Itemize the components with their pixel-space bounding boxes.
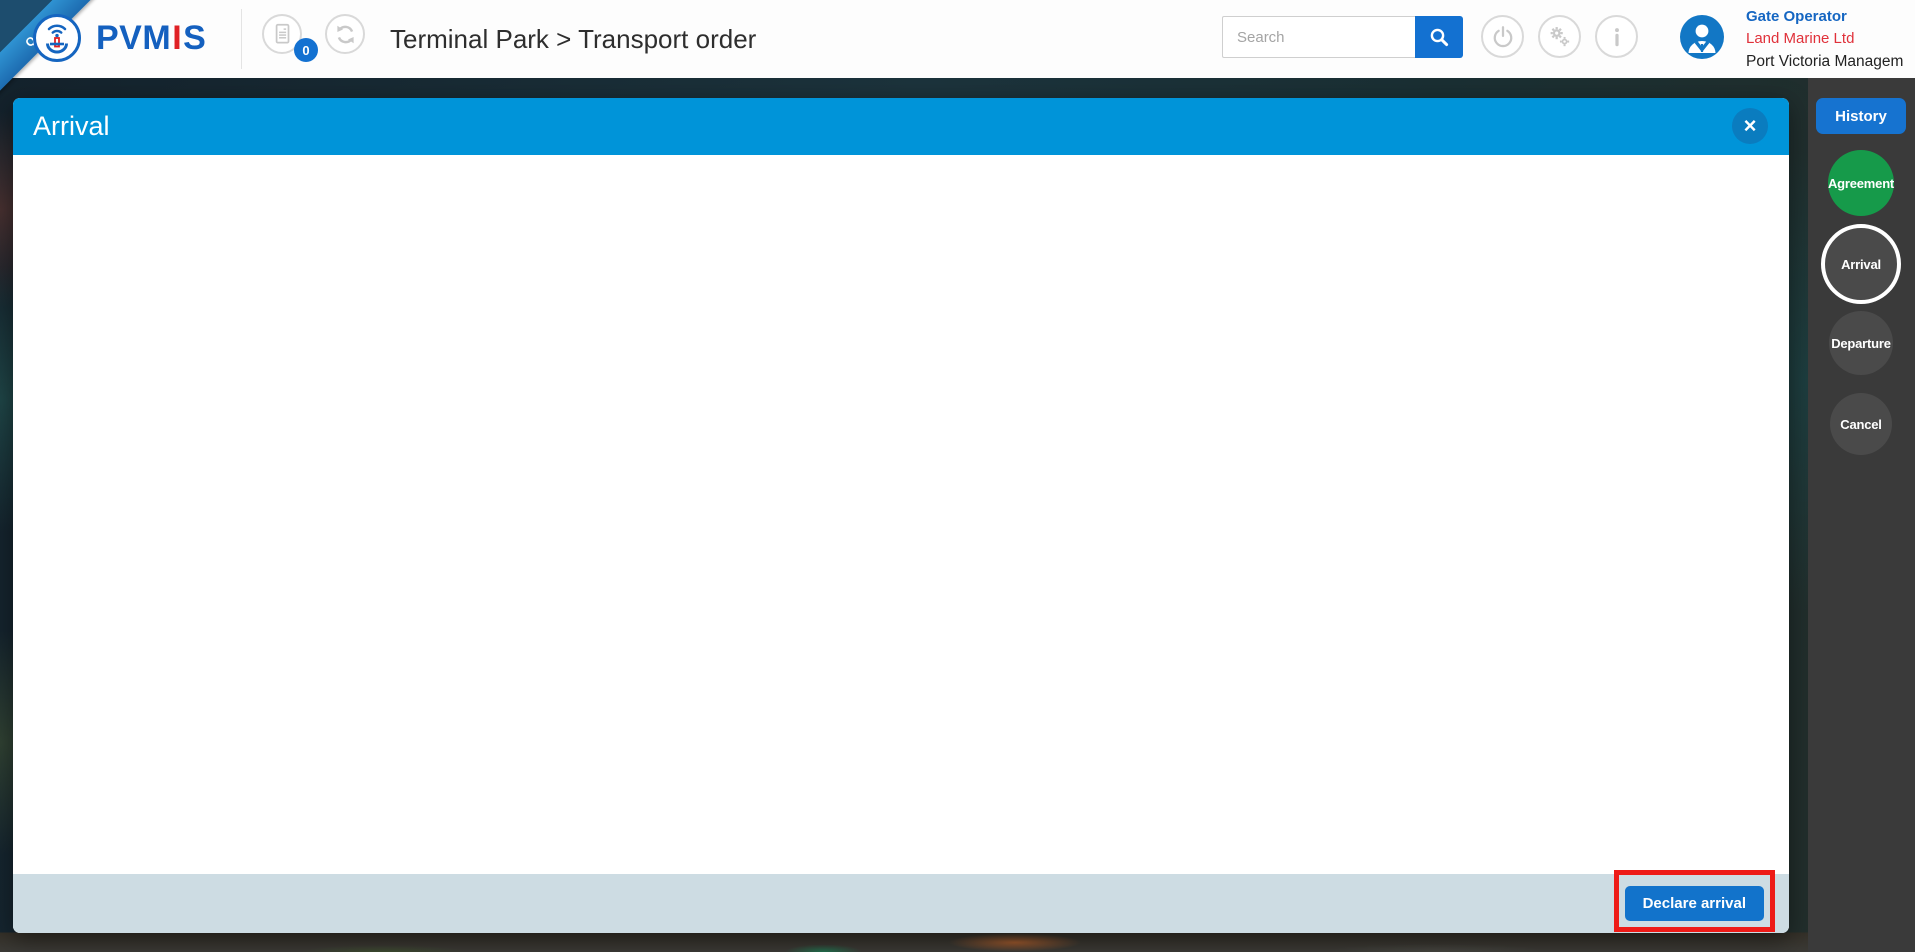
user-role: Gate Operator — [1746, 8, 1847, 25]
modal-header: Arrival × — [13, 98, 1789, 155]
user-organization: Port Victoria Managem — [1746, 53, 1904, 70]
avatar[interactable] — [1680, 15, 1724, 59]
step-cancel[interactable]: Cancel — [1830, 393, 1892, 455]
step-agreement[interactable]: Agreement — [1828, 150, 1894, 216]
workflow-sidebar: History Agreement Arrival Departure Canc… — [1808, 78, 1915, 952]
orders-count-value: 0 — [302, 42, 310, 58]
close-button[interactable]: × — [1732, 108, 1768, 144]
user-company: Land Marine Ltd — [1746, 30, 1855, 47]
step-departure[interactable]: Departure — [1829, 311, 1893, 375]
header-divider — [241, 9, 242, 69]
breadcrumb: Terminal Park > Transport order — [390, 24, 757, 54]
pvmis-logo-icon[interactable] — [32, 13, 82, 63]
refresh-icon — [336, 25, 354, 43]
orders-count-badge: 0 — [294, 38, 318, 62]
document-icon — [275, 23, 290, 44]
logo-part-i: I — [172, 19, 183, 57]
modal-title: Arrival — [33, 111, 110, 141]
step-arrival[interactable]: Arrival — [1821, 224, 1901, 304]
info-button[interactable] — [1595, 15, 1638, 58]
close-icon: × — [1743, 113, 1757, 138]
pvmis-logo-text[interactable]: PVMIS — [96, 19, 206, 58]
refresh-button[interactable] — [325, 14, 365, 54]
arrival-modal: Arrival × Declare arrival — [13, 98, 1789, 933]
declare-arrival-button[interactable]: Declare arrival — [1624, 886, 1764, 921]
modal-body — [13, 155, 1789, 874]
magnifier-icon — [1430, 28, 1449, 47]
logout-button[interactable] — [1481, 15, 1524, 58]
search-input[interactable] — [1222, 16, 1415, 58]
logo-part-1: PVM — [96, 19, 172, 57]
modal-footer: Declare arrival — [13, 874, 1789, 933]
logo-part-2: S — [183, 19, 207, 57]
search-button[interactable] — [1415, 16, 1463, 58]
power-icon — [1493, 25, 1512, 47]
info-icon — [1614, 27, 1619, 46]
settings-gears-icon — [1550, 27, 1570, 47]
settings-button[interactable] — [1538, 15, 1581, 58]
user-info: Gate Operator Land Marine Ltd Port Victo… — [1746, 6, 1903, 73]
top-header-bar: QA PVMIS 0 Ter — [0, 0, 1915, 104]
history-button[interactable]: History — [1816, 98, 1906, 134]
